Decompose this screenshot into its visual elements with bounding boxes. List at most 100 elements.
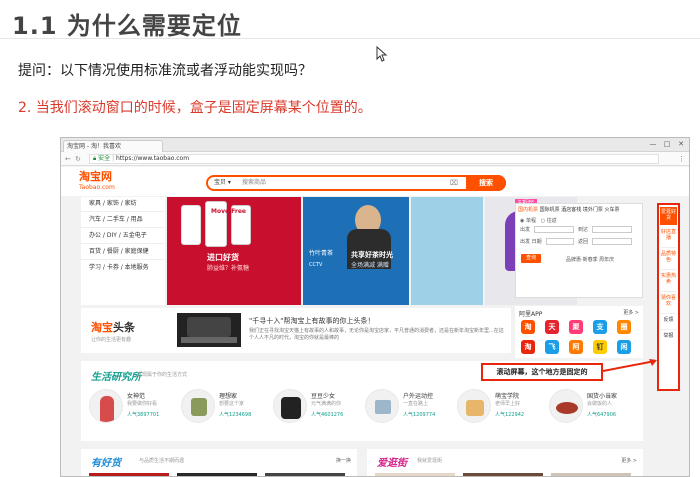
headline-logo[interactable]: 淘宝头条: [91, 319, 135, 335]
banner-tea[interactable]: 竹叶青茶 共享好茶时光 全场满减 满赠 CCTV: [303, 197, 409, 305]
headline-sub: 让你的生活更有趣: [91, 337, 132, 343]
refresh-link[interactable]: 换一换: [336, 457, 351, 464]
camera-icon[interactable]: ⌧: [450, 178, 458, 188]
street-subtitle: 我就爱逛街: [417, 458, 443, 464]
close-icon[interactable]: ✕: [677, 140, 685, 148]
maximize-icon[interactable]: □: [663, 140, 671, 148]
side-nav-item[interactable]: 猜你喜欢: [660, 295, 677, 307]
side-nav-item[interactable]: 好店直播: [660, 229, 677, 241]
side-nav-item[interactable]: 爱逛好货: [660, 207, 677, 225]
life-item[interactable]: 国货小当家 会做饭的人 人气647906: [549, 387, 637, 431]
alipay-app-icon[interactable]: 支: [593, 320, 607, 334]
search-input[interactable]: 搜索商品: [242, 178, 266, 188]
report-link[interactable]: 举报: [660, 333, 677, 339]
life-item[interactable]: 豆豆少女 元气满满的你 人气4601276: [273, 387, 361, 431]
title-divider: [0, 38, 700, 39]
mouse-cursor-icon: [376, 46, 388, 62]
url-field[interactable]: 🔒︎ 安全 | https://www.taobao.com: [89, 154, 659, 164]
product-image[interactable]: [265, 473, 345, 476]
life-item-thumbnail: [273, 389, 307, 423]
back-icon[interactable]: ←: [65, 155, 71, 163]
good-goods-subtitle: 与品质生活不期而遇: [139, 458, 185, 464]
life-item-thumbnail: [549, 389, 583, 423]
product-image[interactable]: [375, 473, 455, 476]
minimize-icon[interactable]: —: [649, 140, 657, 148]
date-field[interactable]: [546, 238, 574, 245]
banner-3[interactable]: [411, 197, 483, 305]
street-more-link[interactable]: 更多 >: [621, 457, 637, 464]
life-lab-title: 生活研究所: [91, 372, 141, 383]
tab-hotel[interactable]: 酒店客栈: [561, 207, 581, 213]
product-image[interactable]: [89, 473, 169, 476]
tab-intl-flight[interactable]: 国际机票: [540, 207, 560, 213]
reload-icon[interactable]: ↻: [75, 155, 81, 163]
life-lab-subtitle: 发现属于你的生活方式: [137, 372, 188, 378]
fixed-side-nav: 爱逛好货 好店直播 品质特色 实惠热卖 猜你喜欢 反馈 举报: [657, 203, 680, 391]
good-goods-section: 有好货 与品质生活不期而遇 换一换: [81, 449, 357, 476]
app-more-link[interactable]: 更多 >: [623, 309, 639, 316]
dingtalk-app-icon[interactable]: 钉: [593, 340, 607, 354]
from-label: 出发: [520, 227, 531, 233]
juhuasuan-app-icon[interactable]: 聚: [569, 320, 583, 334]
browser-window: 淘宝网 - 淘！我喜欢 — □ ✕ ← ↻ 🔒︎ 安全 | https://ww…: [60, 137, 690, 477]
travel-search-panel: 国内机票 国际机票 酒店客栈 境外门票 火车票 ◉ 单程 ○ 往返 出发 到达 …: [515, 203, 643, 298]
tab-train[interactable]: 火车票: [604, 207, 619, 213]
tab-domestic-flight[interactable]: 国内机票: [518, 207, 538, 213]
side-nav-item[interactable]: 品质特色: [660, 251, 677, 263]
life-item[interactable]: 户外运动控 一直在路上 人气1209774: [365, 387, 453, 431]
headline-body: 我们正在寻找淘宝天猫上有故事的人和故事，无论你是淘宝店家，平凡普通的消费者，还是…: [249, 328, 504, 341]
tab-tickets[interactable]: 境外门票: [583, 207, 603, 213]
banner-move-free[interactable]: Move Free 进口好货 肺益维？补氨糖: [167, 197, 301, 305]
product-bottle-image: [181, 205, 201, 245]
product-image[interactable]: [463, 473, 543, 476]
street-title: 爱逛街: [377, 458, 407, 469]
product-image[interactable]: [177, 473, 257, 476]
side-nav-item[interactable]: 实惠热卖: [660, 273, 677, 285]
date-label: 出发 日期: [520, 239, 542, 245]
life-item-thumbnail: [89, 389, 123, 423]
menu-icon[interactable]: ⋮: [678, 155, 685, 163]
radio-one-way[interactable]: ◉ 单程: [520, 218, 536, 224]
life-item[interactable]: 理想家 想要这个家 人气1234698: [181, 387, 269, 431]
headline-title[interactable]: "千寻十入"帮淘宝上有故事的你上头条！: [249, 316, 374, 326]
feedback-link[interactable]: 反馈: [660, 317, 677, 323]
tmall-app-icon[interactable]: 天: [545, 320, 559, 334]
browser-tab-bar: 淘宝网 - 淘！我喜欢 — □ ✕: [61, 138, 689, 152]
category-item[interactable]: 汽车 / 二手车 / 用品: [89, 215, 143, 225]
callout-arrow-icon: [603, 359, 657, 372]
category-item[interactable]: 办公 / DIY / 五金电子: [89, 231, 147, 241]
secure-label: 安全: [98, 155, 111, 162]
promo-link[interactable]: 品牌惠·新春季 周年庆: [566, 256, 614, 263]
search-category-select[interactable]: 宝贝 ▾: [214, 178, 231, 188]
app-icon[interactable]: 淘: [521, 340, 535, 354]
to-field[interactable]: [592, 226, 632, 233]
app-icon[interactable]: 阿: [569, 340, 583, 354]
taobao-app-icon[interactable]: 淘: [521, 320, 535, 334]
radio-round-trip[interactable]: ○ 往返: [541, 218, 557, 224]
life-item[interactable]: 萌宝学院 老师早上好 人气122942: [457, 387, 545, 431]
taobao-logo[interactable]: 淘宝网 Taobao.com: [79, 171, 115, 193]
search-button[interactable]: 搜索: [466, 175, 506, 191]
return-label: 返回: [578, 239, 589, 245]
return-field[interactable]: [592, 238, 632, 245]
to-label: 到达: [578, 227, 589, 233]
taobao-header: 淘宝网 Taobao.com 宝贝 ▾ 搜索商品 ⌧ 搜索: [61, 167, 689, 196]
taobao-page: 淘宝网 Taobao.com 宝贝 ▾ 搜索商品 ⌧ 搜索 家具 / 家饰 / …: [61, 167, 689, 476]
lock-icon: 🔒︎: [93, 155, 97, 162]
question-text: 提问：以下情况使用标准流或者浮动能实现吗？: [18, 63, 312, 79]
taobao-headline: 淘宝头条 让你的生活更有趣 "千寻十入"帮淘宝上有故事的你上头条！ 我们正在寻找…: [81, 308, 511, 353]
life-item[interactable]: 女神范 我要做你好看 人气3897701: [89, 387, 177, 431]
category-item[interactable]: 家具 / 家饰 / 家纺: [89, 199, 137, 209]
fliggy-app-icon[interactable]: 飞: [545, 340, 559, 354]
category-item[interactable]: 学习 / 卡券 / 本地服务: [89, 263, 149, 273]
product-image[interactable]: [551, 473, 631, 476]
category-item[interactable]: 百货 / 餐厨 / 家庭保健: [89, 247, 149, 257]
browser-tab[interactable]: 淘宝网 - 淘！我喜欢: [63, 140, 163, 152]
slide: 1.1 为什么需要定位 提问：以下情况使用标准流或者浮动能实现吗？ 2. 当我们…: [0, 0, 700, 477]
headline-image[interactable]: [177, 313, 241, 347]
fixed-callout-label: 滚动屏幕，这个地方是固定的: [481, 363, 603, 381]
app-icon[interactable]: 圈: [617, 320, 631, 334]
xianyu-app-icon[interactable]: 闲: [617, 340, 631, 354]
travel-search-button[interactable]: 查询: [521, 254, 541, 263]
from-field[interactable]: [534, 226, 574, 233]
